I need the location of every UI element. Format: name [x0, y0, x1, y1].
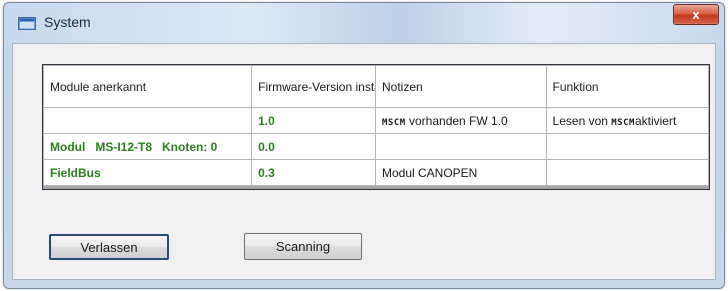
notes-text: vorhanden FW 1.0: [405, 113, 508, 128]
cell-notes[interactable]: Modul CANOPEN: [374, 159, 547, 186]
module-grid[interactable]: Module anerkannt Firmware-Version instal…: [42, 64, 710, 190]
function-code: MSCM: [611, 117, 635, 128]
cell-function[interactable]: [545, 133, 710, 160]
cell-module[interactable]: FieldBus: [42, 159, 253, 186]
window-title: System: [44, 14, 91, 30]
cell-module[interactable]: Modul MS-I12-T8 Knoten: 0: [42, 133, 253, 160]
cell-function[interactable]: Lesen von MSCMaktiviert: [545, 107, 710, 134]
cell-notes[interactable]: [374, 133, 547, 160]
table-row[interactable]: Modul MS-1 1.0 MSCM vorhanden FW 1.0 Les…: [42, 107, 710, 134]
exit-button-label: Verlassen: [80, 239, 138, 255]
notes-code: MSCM: [381, 117, 406, 128]
title-bar[interactable]: System x: [4, 3, 724, 43]
app-window-icon: [18, 17, 36, 30]
cell-firmware[interactable]: 1.0: [251, 107, 376, 134]
cell-function[interactable]: [545, 159, 710, 186]
close-button[interactable]: x: [673, 4, 719, 25]
scan-button-label: Scanning: [275, 239, 331, 254]
close-icon: x: [692, 7, 700, 22]
dialog-client-area: Module anerkannt Firmware-Version instal…: [12, 43, 716, 280]
table-header-row: Module anerkannt Firmware-Version instal…: [42, 65, 710, 108]
function-text: Lesen von: [552, 113, 612, 128]
column-header-notes[interactable]: Notizen: [374, 65, 547, 108]
table-row[interactable]: Modul MS-I12-T8 Knoten: 0 0.0: [42, 133, 710, 160]
column-header-module[interactable]: Module anerkannt: [42, 65, 253, 108]
cell-firmware[interactable]: 0.3: [251, 159, 376, 186]
scan-button[interactable]: Scanning: [244, 233, 362, 260]
module-table: Module anerkannt Firmware-Version instal…: [42, 65, 710, 186]
function-text-2: aktiviert: [634, 113, 677, 128]
notes-text: Modul CANOPEN: [381, 165, 478, 180]
column-header-firmware[interactable]: Firmware-Version installiert: [251, 65, 376, 108]
table-row[interactable]: FieldBus 0.3 Modul CANOPEN: [42, 159, 710, 186]
cell-module[interactable]: Modul MS-1: [42, 107, 253, 134]
exit-button[interactable]: Verlassen: [49, 234, 169, 260]
system-window: System x Module anerkannt Firmware-Versi…: [3, 2, 725, 289]
cell-notes[interactable]: MSCM vorhanden FW 1.0: [374, 107, 547, 134]
cell-firmware[interactable]: 0.0: [251, 133, 376, 160]
column-header-function[interactable]: Funktion: [545, 65, 710, 108]
